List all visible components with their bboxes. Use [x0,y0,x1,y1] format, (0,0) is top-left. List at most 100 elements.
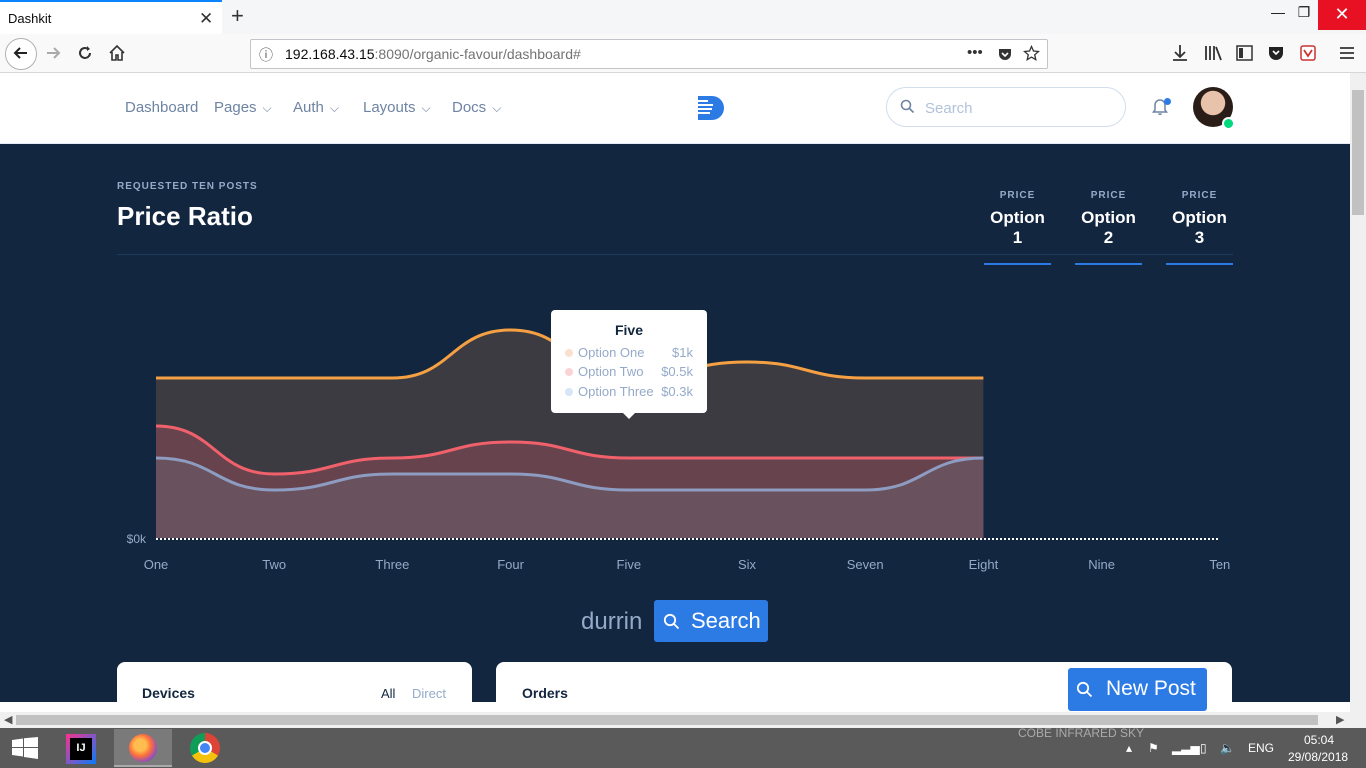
legend-dot [565,388,573,396]
nav-label: Pages [214,99,257,116]
chevron-down-icon: ⌵ [421,101,431,115]
chevron-down-icon: ⌵ [262,101,272,115]
search-button[interactable]: Search [654,600,768,642]
chevron-down-icon: ⌵ [492,101,502,115]
search-button-label: Search [691,608,761,633]
tooltip-series: Option Two [578,364,644,379]
chrome-app-icon[interactable] [190,733,220,763]
window-close-button[interactable]: ✕ [1318,0,1366,30]
windows-taskbar: IJ COBE INFRARED SKY ▴ ⚑ ▂▃▅ ▯ 🔈 ENG 05:… [0,726,1366,768]
search-icon [900,99,915,118]
hamburger-menu-icon[interactable] [1339,46,1355,60]
y-tick-label: $0k [127,532,147,546]
nav-label: Layouts [363,99,416,116]
tooltip-value: $0.5k [661,364,693,379]
new-tab-button[interactable]: + [231,3,244,29]
tooltip-row: Option One $1k [565,345,693,360]
tooltip-arrow [622,412,636,419]
card-title: Devices [142,685,195,701]
tooltip-series: Option One [578,345,645,360]
nav-docs[interactable]: Docs ⌵ [452,99,501,116]
notification-badge [1164,98,1171,105]
nav-label: Docs [452,99,487,116]
downloads-icon[interactable] [1172,44,1188,62]
language-indicator[interactable]: ENG [1248,741,1274,755]
app-header: Dashboard Pages ⌵ Auth ⌵ Layouts ⌵ Docs ⌵ Se… [0,73,1350,144]
tooltip-title: Five [614,322,643,338]
windows-start-icon[interactable] [12,737,38,759]
home-icon[interactable] [108,44,126,62]
new-post-label: New Post [1106,677,1196,700]
search-icon [1076,681,1093,698]
vertical-scroll-thumb[interactable] [1352,90,1364,215]
tray-expand-icon[interactable]: ▴ [1126,741,1132,755]
x-tick-label: Two [262,557,286,572]
volume-icon[interactable]: 🔈 [1220,741,1235,755]
tab-strip: Dashkit ✕ + — ❐ ✕ [0,0,1366,35]
x-tick-label: One [144,557,169,572]
search-icon [663,613,680,630]
nav-dashboard[interactable]: Dashboard [125,99,198,116]
back-arrow-icon [13,47,27,59]
tab-all[interactable]: All [381,686,395,701]
x-tick-label: Three [375,557,409,572]
sidebar-icon[interactable] [1236,45,1253,61]
battery-icon[interactable]: ▯ [1200,741,1207,755]
pocket-icon[interactable] [997,46,1013,62]
clock-time[interactable]: 05:04 [1304,733,1334,747]
network-icon[interactable]: ▂▃▅ [1172,741,1200,755]
nav-label: Dashboard [125,99,199,116]
tooltip-series: Option Three [578,384,654,399]
nav-pages[interactable]: Pages ⌵ [214,99,272,116]
flag-icon[interactable]: ⚑ [1148,741,1159,755]
intellij-app-icon[interactable]: IJ [64,732,98,764]
firefox-app-icon[interactable] [114,729,172,767]
online-status-dot [1222,117,1235,130]
site-info-icon[interactable]: ⓘ [259,45,273,65]
restore-button[interactable]: ❐ [1290,4,1318,21]
browser-tab[interactable]: Dashkit ✕ [0,0,222,34]
url-bar[interactable]: ⓘ 192.168.43.15:8090/organic-favour/dash… [250,39,1048,69]
url-path: :8090/organic-favour/dashboard# [374,46,581,62]
tab-title: Dashkit [8,11,52,26]
wallpaper-caption: COBE INFRARED SKY [1018,726,1145,740]
scroll-right-icon[interactable]: ▶ [1336,713,1344,726]
search-placeholder: Search [925,100,973,117]
x-tick-label: Seven [847,557,884,572]
legend-dot [565,368,573,376]
reload-icon[interactable] [77,45,93,61]
x-tick-label: Six [738,557,757,572]
scroll-left-icon[interactable]: ◀ [4,713,12,726]
nav-label: Auth [293,99,324,116]
nav-auth[interactable]: Auth ⌵ [293,99,339,116]
pocket-toolbar-icon[interactable] [1268,45,1284,61]
tab-close-icon[interactable]: ✕ [199,9,213,29]
new-post-button[interactable]: New Post [1068,668,1207,711]
scroll-corner [1350,712,1366,728]
nav-layouts[interactable]: Layouts ⌵ [363,99,431,116]
x-tick-label: Nine [1088,557,1115,572]
tooltip-row: Option Three $0.3k [565,384,693,399]
tooltip-row: Option Two $0.5k [565,364,693,379]
search-input[interactable]: Search [886,87,1126,127]
extension-icon[interactable] [1300,45,1316,61]
forward-arrow-icon[interactable] [45,45,61,61]
tooltip-value: $0.3k [661,384,693,399]
legend-dot [565,349,573,357]
back-button[interactable] [5,38,37,70]
dashkit-logo-icon[interactable] [690,95,726,121]
devices-card: Devices All Direct [117,662,472,707]
bookmark-star-icon[interactable] [1023,45,1040,62]
horizontal-scroll-thumb[interactable] [16,715,1318,725]
tab-direct[interactable]: Direct [412,686,446,701]
x-tick-label: Five [617,557,642,572]
clock-date[interactable]: 29/08/2018 [1288,750,1348,764]
x-tick-label: Eight [969,557,999,572]
library-icon[interactable] [1204,45,1222,61]
url-host: 192.168.43.15 [285,46,375,62]
page-actions-icon[interactable]: ••• [967,44,983,61]
chart-tooltip: Five Option One $1k Option Two $0.5k Optio… [551,310,707,413]
search-query-text: durrin [581,608,643,635]
url-text[interactable]: 192.168.43.15:8090/organic-favour/dashbo… [285,46,581,62]
minimize-button[interactable]: — [1264,4,1292,20]
